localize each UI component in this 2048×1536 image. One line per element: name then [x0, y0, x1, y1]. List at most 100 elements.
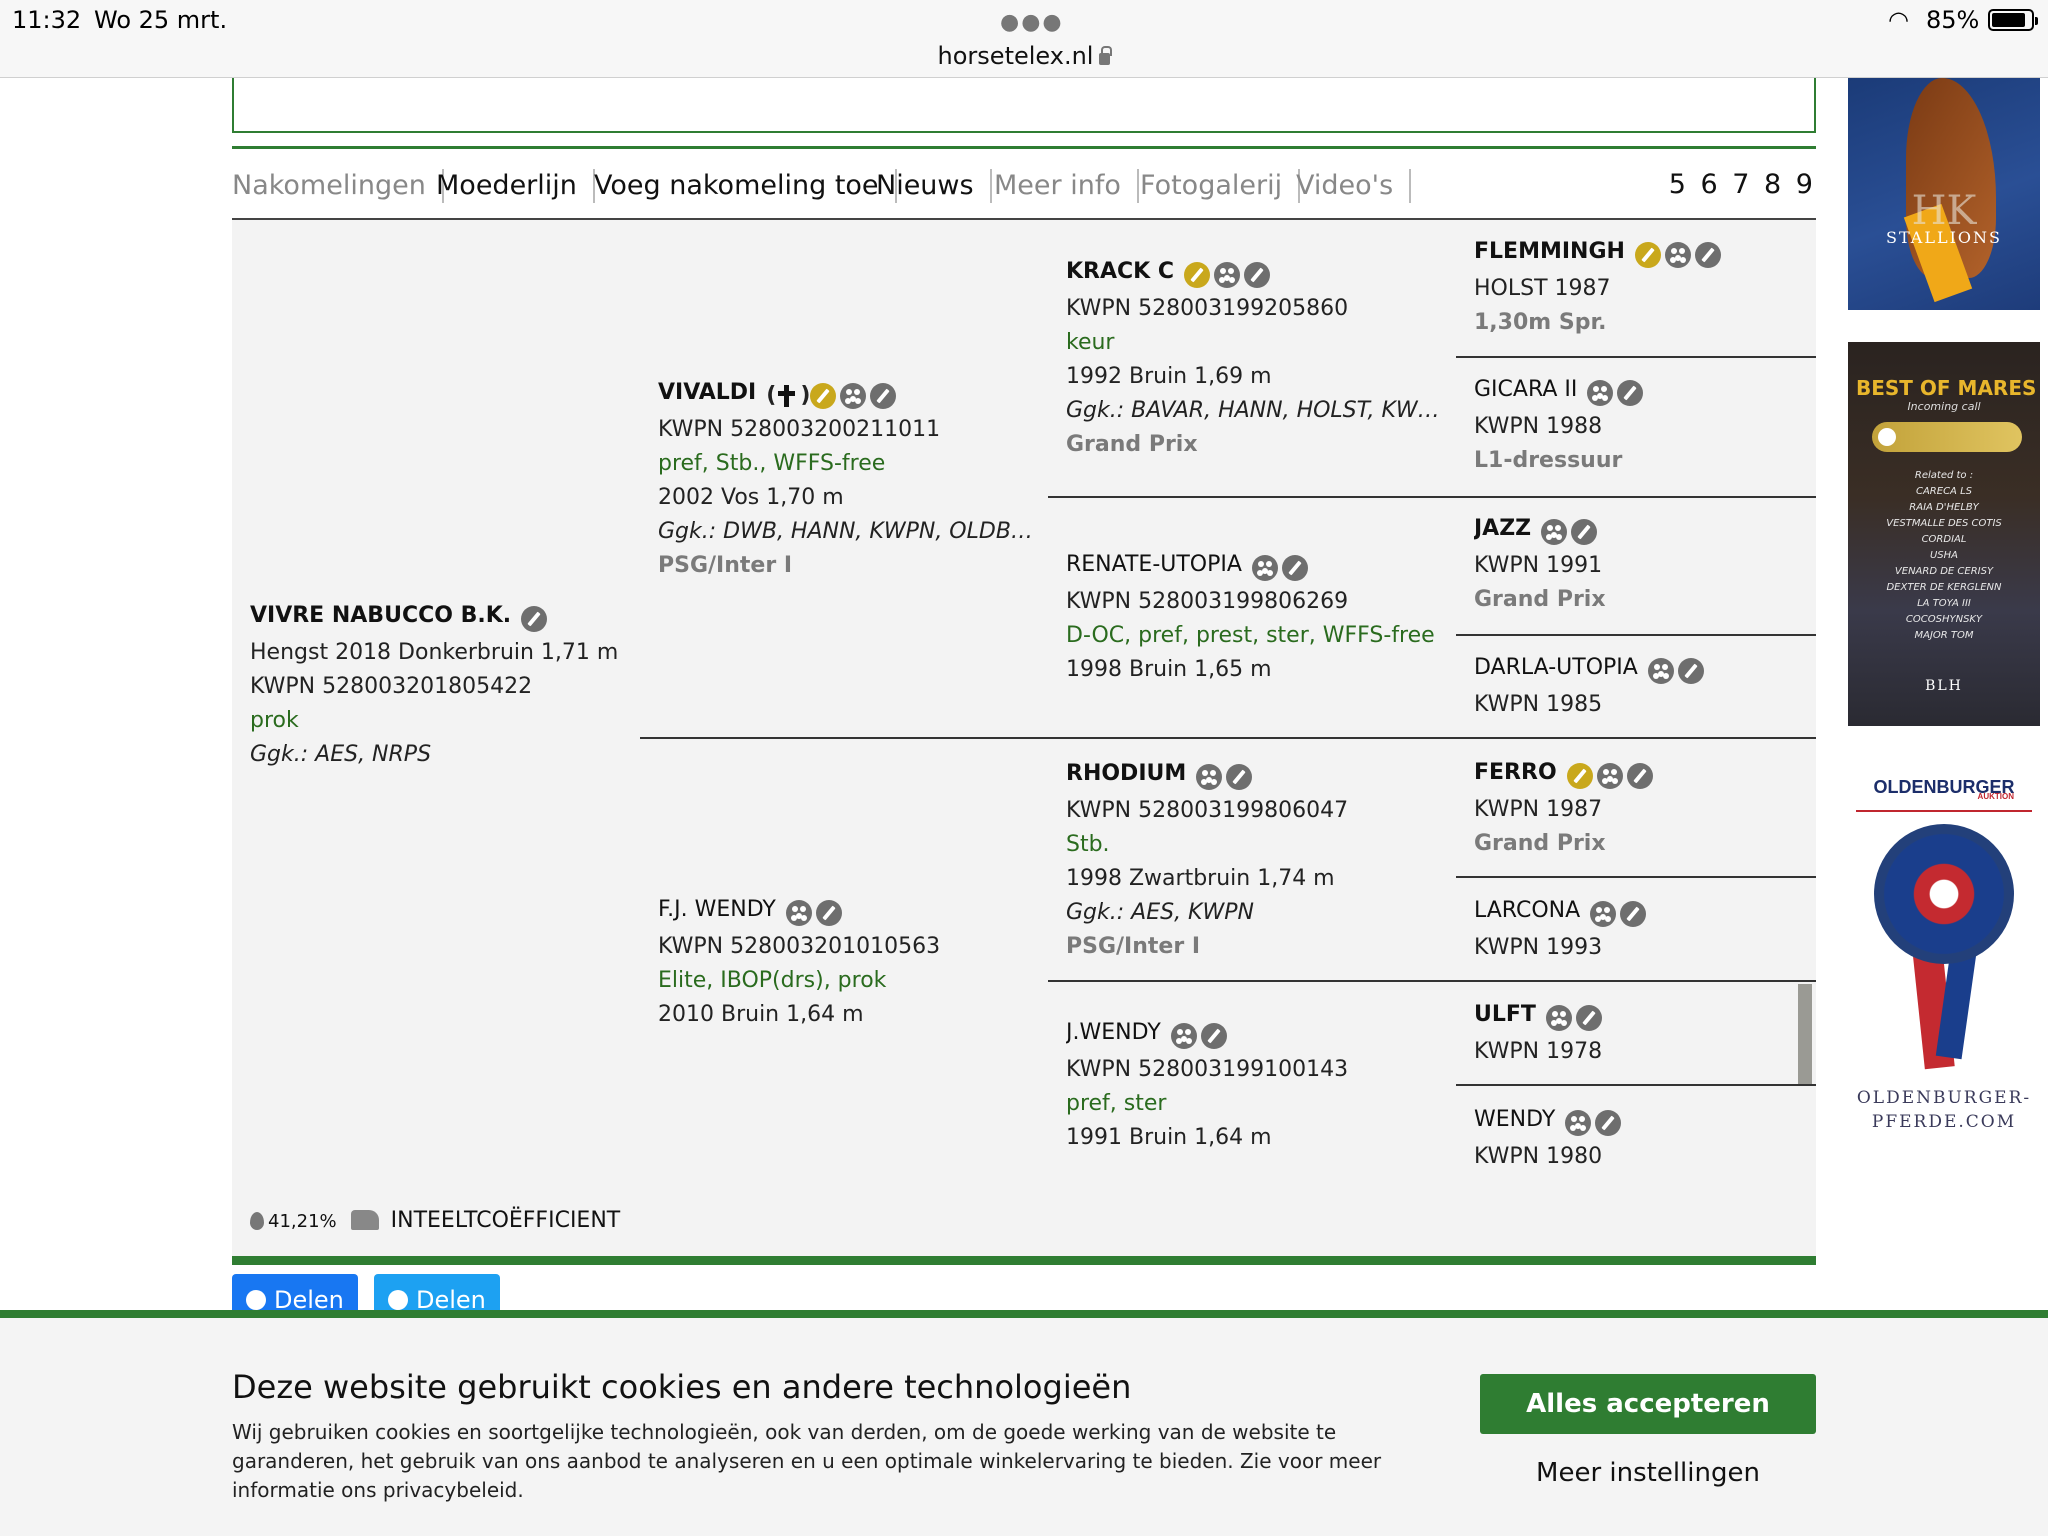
edit-icon[interactable] — [521, 606, 548, 632]
ad-oldenburger[interactable]: OLDENBURGER AUKTION OLDENBURGER- PFERDE.CO… — [1848, 768, 2040, 1138]
offspring-icon[interactable] — [1596, 763, 1623, 789]
edit-icon[interactable] — [1244, 262, 1271, 288]
edit-icon[interactable] — [1617, 380, 1644, 406]
offspring-icon[interactable] — [1647, 658, 1674, 684]
offspring-icon[interactable] — [1664, 242, 1691, 268]
ad-hk-stallions[interactable]: HK STALLIONS — [1848, 78, 2040, 310]
horse-studbooks: Ggk.: DWB, HANN, KWPN, OLDBG, R... — [658, 519, 1038, 544]
tab-bar: Nakomelingen Moederlijn Voeg nakomeling … — [232, 146, 1816, 220]
edit-icon[interactable] — [870, 383, 897, 409]
horse-details: 2002 Vos 1,70 m — [658, 485, 844, 510]
gold-edit-icon[interactable] — [810, 383, 837, 409]
address-bar[interactable]: horsetelex.nl — [0, 42, 2048, 70]
horse-registration: KWPN 528003201010563 — [658, 934, 941, 959]
url-text: horsetelex.nl — [937, 42, 1094, 70]
horse-g4-5[interactable]: FERRO KWPN 1987 Grand Prix — [1474, 756, 1804, 861]
deceased-icon — [776, 383, 796, 409]
status-bar: 11:32 Wo 25 mrt. ●●● horsetelex.nl ◠ 85% — [0, 0, 2048, 78]
tab-fotogalerij[interactable]: Fotogalerij — [1140, 169, 1301, 203]
offspring-icon[interactable] — [1545, 1005, 1572, 1031]
edit-icon[interactable] — [1200, 1023, 1227, 1049]
pagination[interactable]: 5 6 7 8 9 — [1669, 169, 1816, 200]
horse-name[interactable]: FLEMMINGH — [1474, 239, 1625, 264]
cookie-banner: Deze website gebruikt cookies en andere … — [0, 1310, 2048, 1536]
offspring-icon[interactable] — [785, 900, 812, 926]
horse-g4-6[interactable]: LARCONA KWPN 1993 — [1474, 894, 1804, 965]
horse-name[interactable]: JAZZ — [1474, 516, 1531, 541]
horse-predicates: Stb. — [1066, 832, 1110, 857]
horse-g4-2[interactable]: GICARA II KWPN 1988 L1-dressuur — [1474, 373, 1804, 478]
edit-icon[interactable] — [1595, 1110, 1622, 1136]
edit-icon[interactable] — [1626, 763, 1653, 789]
horse-name[interactable]: KRACK C — [1066, 259, 1174, 284]
horse-level: Grand Prix — [1474, 831, 1606, 856]
offspring-icon[interactable] — [1170, 1023, 1197, 1049]
edit-icon[interactable] — [1620, 901, 1647, 927]
offspring-icon[interactable] — [1196, 764, 1223, 790]
inbreeding-label[interactable]: INTEELTCOËFFICIENT — [391, 1208, 621, 1233]
edit-icon[interactable] — [1571, 519, 1598, 545]
gold-edit-icon[interactable] — [1566, 763, 1593, 789]
horse-sire[interactable]: VIVALDI() KWPN 528003200211011 pref, Stb… — [658, 376, 1038, 583]
horse-registration: KWPN 1987 — [1474, 797, 1603, 822]
offspring-icon[interactable] — [1565, 1110, 1592, 1136]
edit-icon[interactable] — [1575, 1005, 1602, 1031]
facebook-icon — [246, 1290, 266, 1310]
ad-best-of-mares[interactable]: BEST OF MARES Incoming call Related to :… — [1848, 342, 2040, 726]
horse-details: 1992 Bruin 1,69 m — [1066, 364, 1272, 389]
tab-nakomelingen[interactable]: Nakomelingen — [232, 169, 444, 203]
horse-g4-8[interactable]: WENDY KWPN 1980 — [1474, 1103, 1804, 1174]
horse-dam-dam[interactable]: J.WENDY KWPN 528003199100143 pref, ster … — [1066, 1016, 1446, 1155]
horse-name[interactable]: J.WENDY — [1066, 1020, 1161, 1045]
horse-registration: KWPN 528003199806269 — [1066, 589, 1349, 614]
offspring-icon[interactable] — [840, 383, 867, 409]
horse-dam-sire[interactable]: RHODIUM KWPN 528003199806047 Stb. 1998 Z… — [1066, 757, 1446, 964]
offspring-icon[interactable] — [1587, 380, 1614, 406]
horse-level: Grand Prix — [1066, 432, 1198, 457]
horse-dam[interactable]: F.J. WENDY KWPN 528003201010563 Elite, I… — [658, 893, 1038, 1032]
horse-sire-sire[interactable]: KRACK C KWPN 528003199205860 keur 1992 B… — [1066, 255, 1446, 462]
tab-moederlijn[interactable]: Moederlijn — [436, 169, 595, 203]
horse-g4-7[interactable]: ULFT KWPN 1978 — [1474, 998, 1804, 1069]
horse-name[interactable]: LARCONA — [1474, 898, 1580, 923]
horse-name[interactable]: RHODIUM — [1066, 761, 1186, 786]
horse-name[interactable]: F.J. WENDY — [658, 897, 776, 922]
horse-name[interactable]: FERRO — [1474, 760, 1557, 785]
horse-subject[interactable]: VIVRE NABUCCO B.K. Hengst 2018 Donkerbru… — [250, 599, 630, 772]
edit-icon[interactable] — [1226, 764, 1253, 790]
offspring-icon[interactable] — [1541, 519, 1568, 545]
tab-nieuws[interactable]: Nieuws — [876, 169, 992, 203]
accept-all-button[interactable]: Alles accepteren — [1480, 1374, 1816, 1434]
gold-edit-icon[interactable] — [1634, 242, 1661, 268]
edit-icon[interactable] — [815, 900, 842, 926]
gold-edit-icon[interactable] — [1184, 262, 1211, 288]
horse-registration: KWPN 1978 — [1474, 1039, 1603, 1064]
horse-g4-1[interactable]: FLEMMINGH HOLST 1987 1,30m Spr. — [1474, 235, 1804, 340]
horse-g4-4[interactable]: DARLA-UTOPIA KWPN 1985 — [1474, 651, 1804, 722]
horse-level: PSG/Inter I — [1066, 934, 1201, 959]
horse-predicates: pref, ster — [1066, 1091, 1167, 1116]
horse-name[interactable]: GICARA II — [1474, 377, 1577, 402]
tab-videos[interactable]: Video's — [1296, 169, 1412, 203]
horse-name[interactable]: DARLA-UTOPIA — [1474, 655, 1638, 680]
more-dots-icon[interactable]: ●●● — [1000, 10, 1064, 35]
more-settings-button[interactable]: Meer instellingen — [1480, 1458, 1816, 1488]
horse-name[interactable]: RENATE-UTOPIA — [1066, 552, 1242, 577]
offspring-icon[interactable] — [1590, 901, 1617, 927]
content-box — [232, 78, 1816, 133]
inbreeding-row[interactable]: 41,21% INTEELTCOËFFICIENT — [250, 1208, 620, 1233]
edit-icon[interactable] — [1677, 658, 1704, 684]
tab-meer-info[interactable]: Meer info — [994, 169, 1139, 203]
tab-voeg-nakomeling-toe[interactable]: Voeg nakomeling toe — [594, 169, 897, 203]
edit-icon[interactable] — [1694, 242, 1721, 268]
offspring-icon[interactable] — [1214, 262, 1241, 288]
edit-icon[interactable] — [1281, 555, 1308, 581]
horse-name[interactable]: WENDY — [1474, 1107, 1555, 1132]
horse-name[interactable]: ULFT — [1474, 1002, 1536, 1027]
horse-sire-dam[interactable]: RENATE-UTOPIA KWPN 528003199806269 D-OC,… — [1066, 548, 1446, 687]
horse-name[interactable]: VIVRE NABUCCO B.K. — [250, 603, 511, 628]
offspring-icon[interactable] — [1251, 555, 1278, 581]
horse-g4-3[interactable]: JAZZ KWPN 1991 Grand Prix — [1474, 512, 1804, 617]
horse-name[interactable]: VIVALDI — [658, 380, 756, 405]
date: Wo 25 mrt. — [94, 6, 228, 34]
